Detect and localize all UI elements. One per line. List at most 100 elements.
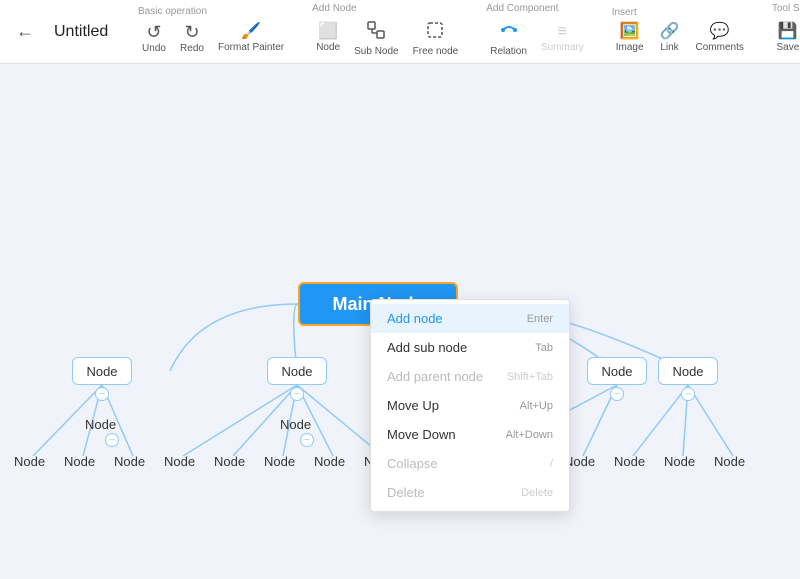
ctx-item-label: Add node bbox=[387, 311, 443, 326]
sub-node-label: Sub Node bbox=[354, 46, 398, 57]
leaf-node-13: Node bbox=[714, 454, 745, 469]
node-mid-label: Node bbox=[85, 417, 116, 432]
ctx-item-label: Add parent node bbox=[387, 369, 483, 384]
relation-label: Relation bbox=[490, 46, 527, 57]
group-basic-operation: Basic operation ↺ Undo ↻ Redo 🖌️ Format … bbox=[130, 6, 296, 58]
group-label-insert: Insert bbox=[610, 7, 637, 18]
relation-button[interactable]: Relation bbox=[484, 16, 533, 61]
save-label: Save bbox=[776, 42, 799, 53]
ctx-item-shortcut: Alt+Down bbox=[506, 429, 553, 441]
redo-label: Redo bbox=[180, 43, 204, 54]
leaf-node-3: Node bbox=[114, 454, 145, 469]
format-painter-icon: 🖌️ bbox=[241, 24, 261, 40]
ctx-item-collapse: Collapse / bbox=[371, 449, 569, 478]
ctx-item-shortcut: / bbox=[550, 458, 553, 470]
node-label: Node bbox=[316, 42, 340, 53]
back-icon: ← bbox=[16, 21, 34, 42]
format-painter-label: Format Painter bbox=[218, 42, 284, 53]
ctx-item-shortcut: Delete bbox=[521, 487, 553, 499]
ctx-item-label: Move Up bbox=[387, 398, 439, 413]
node-left-outer[interactable]: Node bbox=[72, 357, 132, 385]
save-button[interactable]: 💾 Save bbox=[770, 20, 800, 57]
ctx-item-delete: DeleteDelete bbox=[371, 478, 569, 507]
collapse-mid-1[interactable]: − bbox=[105, 433, 119, 447]
group-label-add-component: Add Component bbox=[484, 3, 558, 14]
ctx-item-add-sub-node[interactable]: Add sub node Tab bbox=[371, 333, 569, 362]
group-tool-settings: Tool Settings 💾 Save Collapse bbox=[764, 3, 800, 61]
group-label-basic: Basic operation bbox=[136, 6, 207, 17]
ctx-item-shortcut: Enter bbox=[527, 313, 553, 325]
ctx-item-label: Collapse bbox=[387, 456, 438, 471]
insert-items: 🖼️ Image 🔗 Link 💬 Comments bbox=[610, 20, 750, 57]
leaf-node-2: Node bbox=[64, 454, 95, 469]
collapse-mid-2[interactable]: − bbox=[300, 433, 314, 447]
leaf-node-12: Node bbox=[664, 454, 695, 469]
back-button[interactable]: ← bbox=[8, 21, 42, 42]
link-button[interactable]: 🔗 Link bbox=[652, 20, 688, 57]
ctx-item-move-up[interactable]: Move Up Alt+Up bbox=[371, 391, 569, 420]
context-menu: Add node Enter Add sub node Tab Add parent n… bbox=[370, 299, 570, 512]
node-right-2-label: Node bbox=[672, 364, 703, 379]
ctx-item-add-node[interactable]: Add node Enter bbox=[371, 304, 569, 333]
canvas: Main Node Node − Node − Node − Node − No… bbox=[0, 64, 800, 579]
sub-node-button[interactable]: Sub Node bbox=[348, 16, 404, 61]
image-label: Image bbox=[616, 42, 644, 53]
free-node-icon bbox=[425, 20, 445, 44]
undo-button[interactable]: ↺ Undo bbox=[136, 19, 172, 58]
ctx-item-move-down[interactable]: Move Down Alt+Down bbox=[371, 420, 569, 449]
group-label-add-node: Add Node bbox=[310, 3, 356, 14]
leaf-node-7: Node bbox=[314, 454, 345, 469]
node-right-1[interactable]: Node bbox=[587, 357, 647, 385]
node-right-2[interactable]: Node bbox=[658, 357, 718, 385]
undo-icon: ↺ bbox=[146, 23, 161, 41]
add-node-items: ⬜ Node Sub Node Free node bbox=[310, 16, 464, 61]
collapse-left-outer[interactable]: − bbox=[95, 387, 109, 401]
leaf-node-5: Node bbox=[214, 454, 245, 469]
ctx-item-shortcut: Tab bbox=[535, 342, 553, 354]
link-icon: 🔗 bbox=[660, 24, 680, 40]
undo-label: Undo bbox=[142, 43, 166, 54]
comments-button[interactable]: 💬 Comments bbox=[690, 20, 750, 57]
leaf-node-1: Node bbox=[14, 454, 45, 469]
redo-icon: ↻ bbox=[184, 23, 199, 41]
group-insert: Insert 🖼️ Image 🔗 Link 💬 Comments bbox=[604, 7, 756, 57]
redo-button[interactable]: ↻ Redo bbox=[174, 19, 210, 58]
save-icon: 💾 bbox=[778, 24, 798, 40]
node-mid-label-2: Node bbox=[280, 417, 311, 432]
comments-icon: 💬 bbox=[710, 24, 730, 40]
sub-node-icon bbox=[366, 20, 386, 44]
relation-icon bbox=[499, 20, 519, 44]
node-left-outer-label: Node bbox=[86, 364, 117, 379]
node-right-1-label: Node bbox=[601, 364, 632, 379]
basic-operation-items: ↺ Undo ↻ Redo 🖌️ Format Painter bbox=[136, 19, 290, 58]
comments-label: Comments bbox=[696, 42, 744, 53]
format-painter-button[interactable]: 🖌️ Format Painter bbox=[212, 20, 290, 57]
node-icon: ⬜ bbox=[318, 24, 338, 40]
ctx-item-add-parent-node: Add parent node Shift+Tab bbox=[371, 362, 569, 391]
ctx-item-label: Add sub node bbox=[387, 340, 467, 355]
leaf-node-6: Node bbox=[264, 454, 295, 469]
summary-button[interactable]: ≡ Summary bbox=[535, 20, 590, 57]
node-left-center-label: Node bbox=[281, 364, 312, 379]
image-button[interactable]: 🖼️ Image bbox=[610, 20, 650, 57]
node-button[interactable]: ⬜ Node bbox=[310, 20, 346, 57]
ctx-item-shortcut: Shift+Tab bbox=[507, 371, 553, 383]
group-label-tool-settings: Tool Settings bbox=[770, 3, 800, 14]
toolbar: ← Untitled Basic operation ↺ Undo ↻ Redo… bbox=[0, 0, 800, 64]
collapse-right-1[interactable]: − bbox=[610, 387, 624, 401]
ctx-item-label: Move Down bbox=[387, 427, 456, 442]
free-node-button[interactable]: Free node bbox=[407, 16, 465, 61]
summary-label: Summary bbox=[541, 42, 584, 53]
ctx-item-shortcut: Alt+Up bbox=[520, 400, 553, 412]
tool-settings-items: 💾 Save Collapse bbox=[770, 16, 800, 61]
free-node-label: Free node bbox=[413, 46, 459, 57]
group-add-node: Add Node ⬜ Node Sub Node Free node bbox=[304, 3, 470, 61]
collapse-right-2[interactable]: − bbox=[681, 387, 695, 401]
summary-icon: ≡ bbox=[558, 24, 567, 40]
leaf-node-11: Node bbox=[614, 454, 645, 469]
document-title: Untitled bbox=[42, 23, 122, 41]
node-left-center[interactable]: Node bbox=[267, 357, 327, 385]
image-icon: 🖼️ bbox=[620, 24, 640, 40]
link-label: Link bbox=[660, 42, 678, 53]
collapse-left-center[interactable]: − bbox=[290, 387, 304, 401]
